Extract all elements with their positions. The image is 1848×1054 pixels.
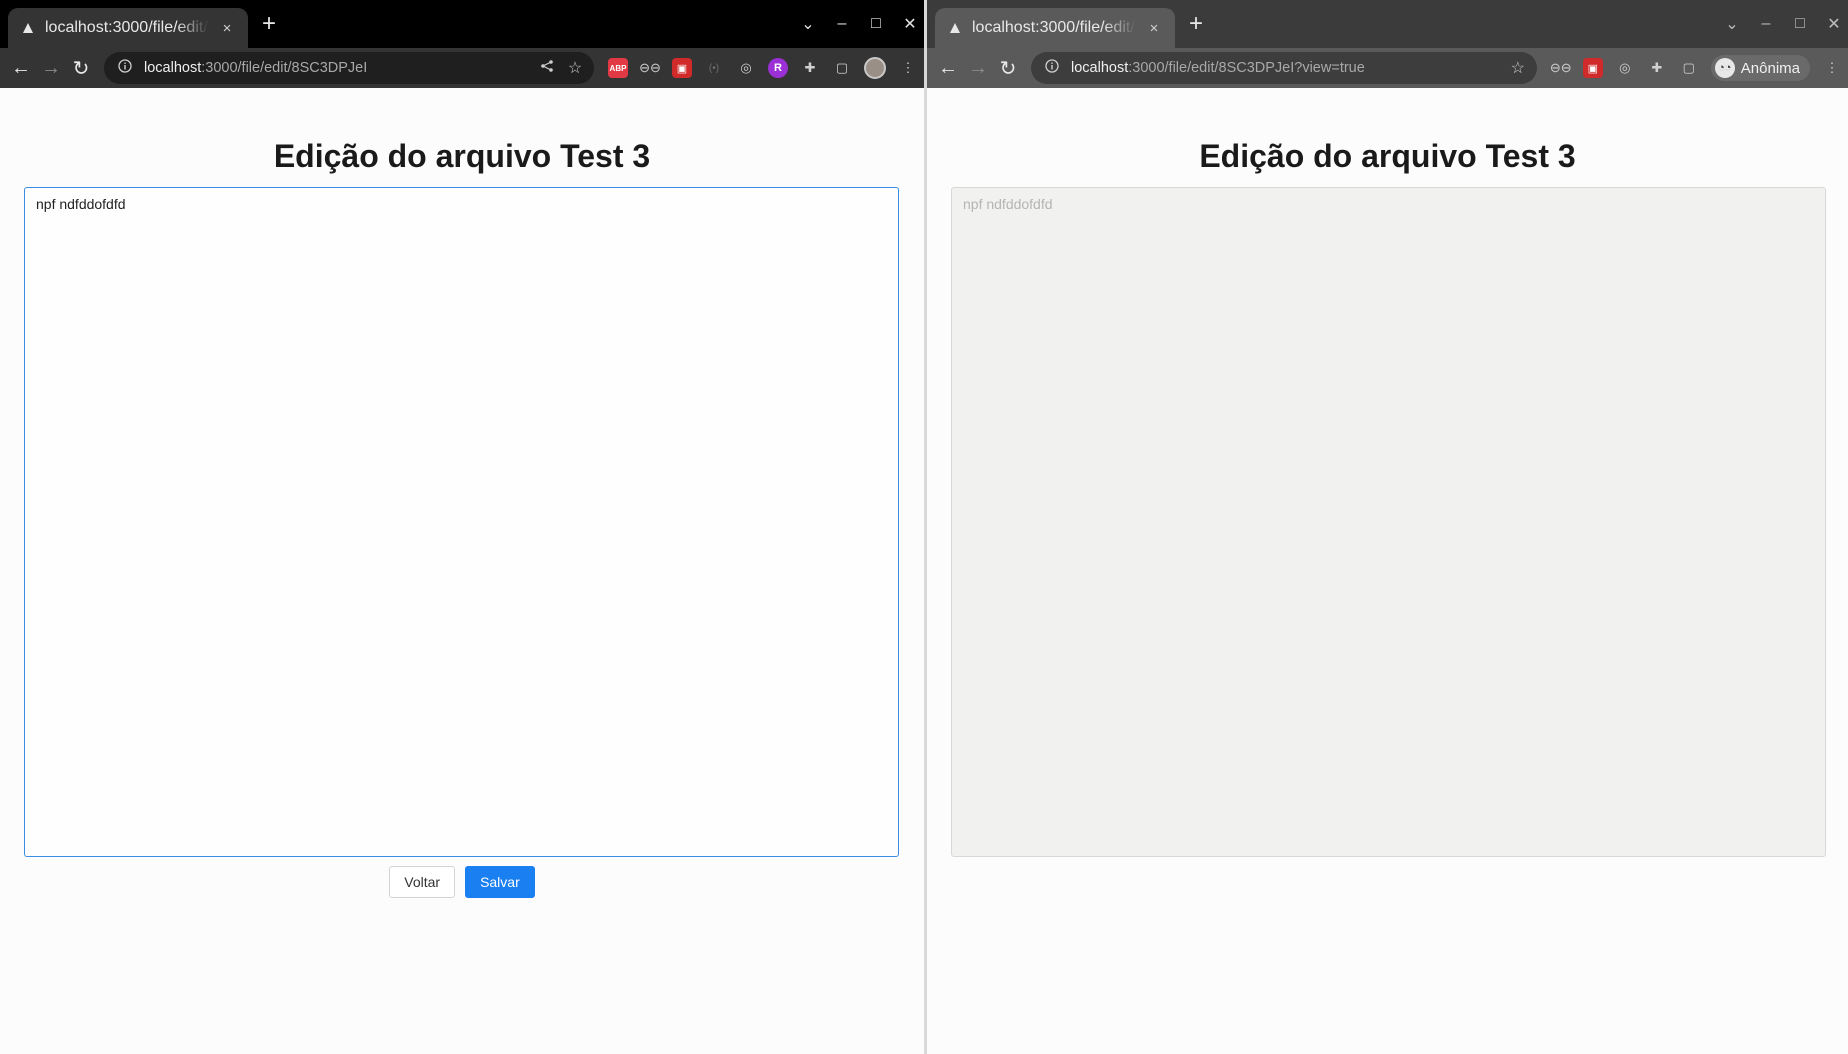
menu-icon[interactable]: ⋮	[1822, 58, 1842, 78]
tab-search-icon[interactable]: ⌄	[1724, 14, 1740, 34]
new-tab-button[interactable]: +	[258, 12, 280, 36]
extensions-bar: ABP ⊖⊖ ▣ (•) ◎ R ✚ ▢ ⋮	[608, 57, 918, 79]
puzzle-icon[interactable]: ✚	[1647, 58, 1667, 78]
forward-icon[interactable]: →	[963, 53, 993, 83]
share-icon[interactable]	[538, 59, 556, 78]
window-controls: ⌄ – □ ✕	[1724, 14, 1842, 34]
avatar[interactable]	[864, 57, 886, 79]
url-host: localhost	[144, 60, 202, 76]
url-text[interactable]: localhost:3000/file/edit/8SC3DPJeI?view=…	[1071, 60, 1499, 76]
site-info-icon[interactable]	[116, 58, 134, 78]
page-content: Edição do arquivo Test 3 npf ndfddofdfd …	[0, 88, 924, 1054]
ext-red-icon[interactable]: ▣	[672, 58, 692, 78]
address-bar[interactable]: localhost:3000/file/edit/8SC3DPJeI?view=…	[1031, 52, 1537, 84]
ext-glasses-icon[interactable]: ⊖⊖	[1550, 58, 1572, 78]
maximize-icon[interactable]: □	[1792, 15, 1808, 33]
abp-icon[interactable]: ABP	[608, 58, 628, 78]
close-window-icon[interactable]: ✕	[902, 14, 918, 34]
minimize-icon[interactable]: –	[834, 15, 850, 33]
incognito-icon: ◔◔	[1714, 58, 1735, 78]
browser-tab[interactable]: localhost:3000/file/edit/8SC3DPJeI ×	[8, 8, 248, 48]
tab-search-icon[interactable]: ⌄	[800, 14, 816, 34]
browser-tab[interactable]: localhost:3000/file/edit/8SC3DPJeI?view=…	[935, 8, 1175, 48]
menu-icon[interactable]: ⋮	[898, 58, 918, 78]
form-actions: Voltar Salvar	[0, 866, 924, 898]
back-button[interactable]: Voltar	[389, 866, 456, 898]
back-icon[interactable]: ←	[933, 53, 963, 83]
ext-red-icon[interactable]: ▣	[1582, 58, 1603, 78]
save-button[interactable]: Salvar	[465, 866, 535, 898]
page-title: Edição do arquivo Test 3	[273, 138, 651, 174]
page-title: Edição do arquivo Test 3	[1199, 138, 1576, 174]
star-icon[interactable]: ☆	[1509, 58, 1527, 78]
ext-circle-icon[interactable]: ◎	[1615, 58, 1635, 78]
tab-title: localhost:3000/file/edit/8SC3DPJeI	[45, 19, 209, 36]
ext-glasses-icon[interactable]: ⊖⊖	[639, 58, 661, 78]
url-text[interactable]: localhost:3000/file/edit/8SC3DPJeI	[144, 60, 528, 76]
incognito-profile-button[interactable]: ◔◔ Anônima	[1710, 55, 1810, 81]
url-path: :3000/file/edit/8SC3DPJeI	[201, 60, 368, 76]
sidepanel-icon[interactable]: ▢	[832, 58, 852, 78]
site-info-icon[interactable]	[1043, 58, 1061, 78]
tab-strip: localhost:3000/file/edit/8SC3DPJeI × + ⌄…	[0, 0, 924, 48]
close-window-icon[interactable]: ✕	[1826, 14, 1842, 34]
browser-toolbar: ← → ↻ localhost:3000/file/edit/8SC3DPJeI…	[0, 48, 924, 88]
address-bar[interactable]: localhost:3000/file/edit/8SC3DPJeI ☆	[104, 52, 594, 84]
browser-toolbar: ← → ↻ localhost:3000/file/edit/8SC3DPJeI…	[927, 48, 1848, 88]
reload-icon[interactable]: ↻	[66, 53, 96, 83]
reload-icon[interactable]: ↻	[993, 53, 1023, 83]
tab-strip: localhost:3000/file/edit/8SC3DPJeI?view=…	[927, 0, 1848, 48]
file-content-textarea[interactable]: npf ndfddofdfd	[24, 187, 899, 857]
extensions-bar: ⊖⊖ ▣ ◎ ✚ ▢ ◔◔ Anônima ⋮	[1550, 55, 1842, 81]
ext-purple-icon[interactable]: R	[768, 58, 788, 78]
new-tab-button[interactable]: +	[1185, 12, 1207, 36]
favicon-icon	[20, 20, 36, 36]
page-content: Edição do arquivo Test 3 npf ndfddofdfd	[927, 88, 1848, 1054]
url-path: :3000/file/edit/8SC3DPJeI?view=true	[1128, 60, 1365, 76]
ext-circle-icon[interactable]: ◎	[736, 58, 756, 78]
tab-close-icon[interactable]: ×	[1145, 20, 1163, 37]
tab-close-icon[interactable]: ×	[218, 20, 236, 37]
ext-dim-icon[interactable]: (•)	[704, 58, 724, 78]
file-content-textarea-readonly: npf ndfddofdfd	[951, 187, 1826, 857]
minimize-icon[interactable]: –	[1758, 15, 1774, 33]
url-host: localhost	[1071, 60, 1129, 76]
puzzle-icon[interactable]: ✚	[800, 58, 820, 78]
star-icon[interactable]: ☆	[566, 58, 584, 78]
sidepanel-icon[interactable]: ▢	[1679, 58, 1699, 78]
favicon-icon	[947, 20, 963, 36]
back-icon[interactable]: ←	[6, 53, 36, 83]
browser-window-editor: localhost:3000/file/edit/8SC3DPJeI × + ⌄…	[0, 0, 924, 1054]
forward-icon[interactable]: →	[36, 53, 66, 83]
maximize-icon[interactable]: □	[868, 15, 884, 33]
profile-label: Anônima	[1740, 59, 1800, 77]
window-controls: ⌄ – □ ✕	[800, 14, 918, 34]
tab-title: localhost:3000/file/edit/8SC3DPJeI?view=…	[972, 19, 1136, 36]
browser-window-viewer: localhost:3000/file/edit/8SC3DPJeI?view=…	[927, 0, 1848, 1054]
